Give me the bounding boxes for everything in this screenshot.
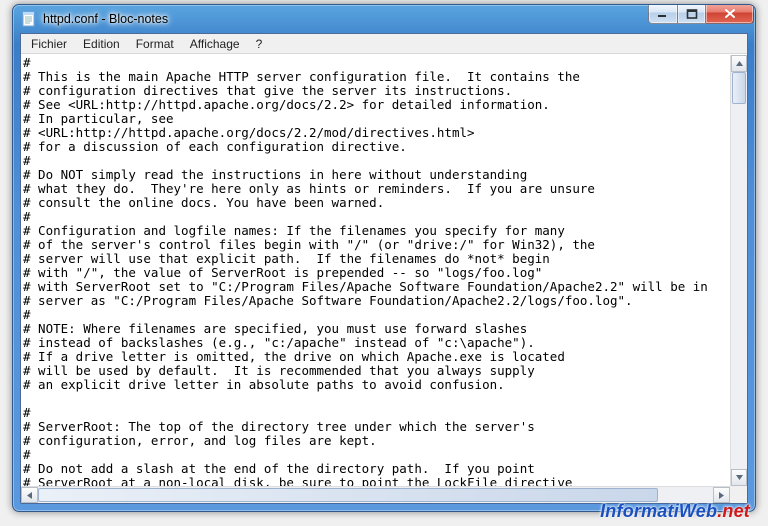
client-area: Fichier Edition Format Affichage ? # # T… bbox=[20, 33, 748, 504]
maximize-button[interactable] bbox=[678, 4, 706, 24]
minimize-button[interactable] bbox=[648, 4, 678, 24]
window-frame: httpd.conf - Bloc-notes Fichier Edition … bbox=[12, 4, 756, 512]
vertical-scroll-thumb[interactable] bbox=[732, 72, 746, 104]
close-button[interactable] bbox=[706, 4, 754, 24]
vertical-scroll-track[interactable] bbox=[731, 72, 747, 469]
editor-wrap: # # This is the main Apache HTTP server … bbox=[21, 54, 747, 486]
menu-bar: Fichier Edition Format Affichage ? bbox=[21, 34, 747, 54]
menu-edition[interactable]: Edition bbox=[75, 35, 128, 53]
watermark: InformatiWeb.net bbox=[600, 501, 750, 522]
window-controls bbox=[648, 4, 754, 24]
text-editor[interactable]: # # This is the main Apache HTTP server … bbox=[21, 55, 730, 486]
menu-affichage[interactable]: Affichage bbox=[182, 35, 248, 53]
scroll-left-button[interactable] bbox=[21, 487, 38, 503]
titlebar[interactable]: httpd.conf - Bloc-notes bbox=[13, 5, 755, 33]
horizontal-scroll-thumb[interactable] bbox=[38, 488, 658, 502]
menu-help[interactable]: ? bbox=[248, 35, 271, 53]
watermark-brand: InformatiWeb bbox=[600, 501, 717, 521]
watermark-suffix: .net bbox=[717, 501, 750, 521]
window-title: httpd.conf - Bloc-notes bbox=[43, 12, 168, 26]
menu-format[interactable]: Format bbox=[128, 35, 182, 53]
menu-fichier[interactable]: Fichier bbox=[23, 35, 75, 53]
scroll-up-button[interactable] bbox=[731, 55, 747, 72]
scroll-down-button[interactable] bbox=[731, 469, 747, 486]
notepad-icon bbox=[21, 11, 37, 27]
vertical-scrollbar[interactable] bbox=[730, 55, 747, 486]
